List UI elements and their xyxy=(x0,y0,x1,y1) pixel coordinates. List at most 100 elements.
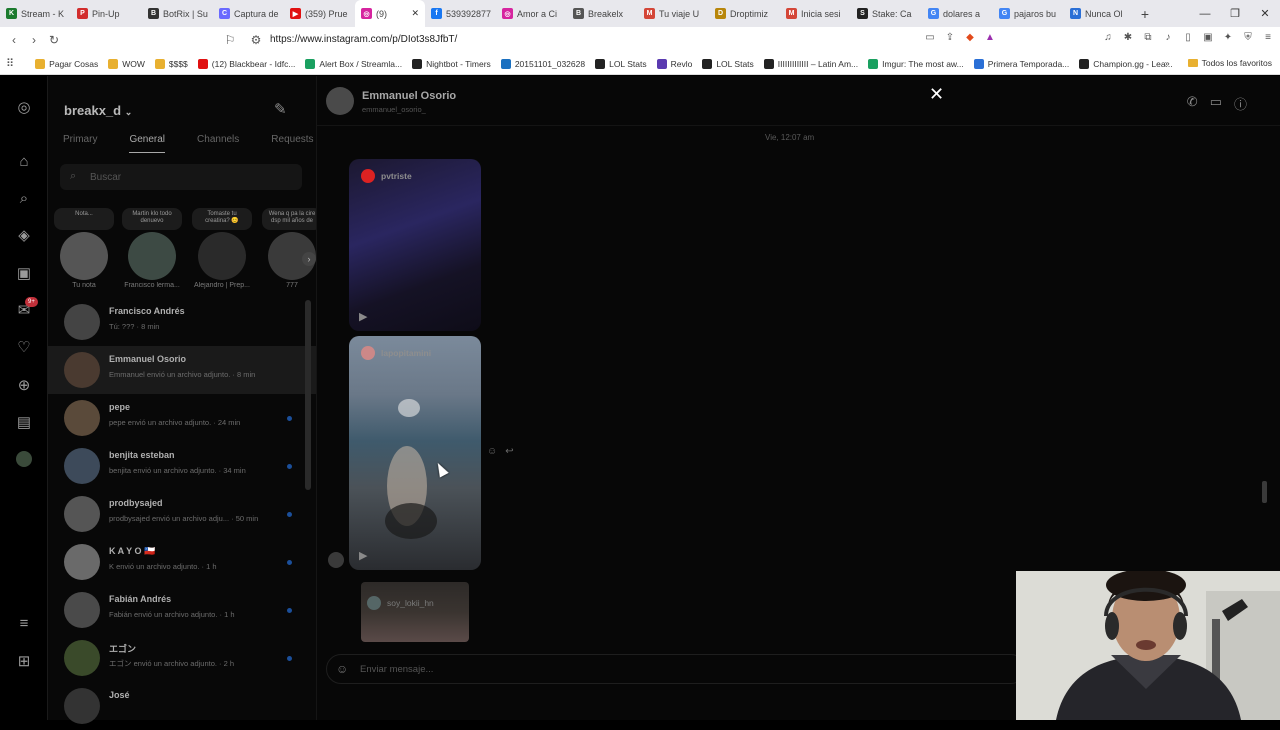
browser-tab[interactable]: f 539392877 xyxy=(425,0,496,27)
close-window-icon[interactable]: ✕ xyxy=(1250,7,1280,20)
next-arrow-icon[interactable]: › xyxy=(302,252,316,266)
restore-icon[interactable]: ❐ xyxy=(1220,7,1250,20)
browser-tab[interactable]: N Nunca Ol xyxy=(1064,0,1135,27)
browser-tab[interactable]: P Pin-Up xyxy=(71,0,142,27)
tab-general[interactable]: General xyxy=(129,134,166,153)
close-tab-icon[interactable]: ✕ xyxy=(411,8,419,19)
search-icon[interactable]: ⌕ xyxy=(14,189,34,209)
bookmark-item[interactable]: Primera Temporada... xyxy=(969,58,1075,69)
message-input[interactable]: ☺ Enviar mensaje... xyxy=(326,654,1026,684)
bookmark-item[interactable]: Champion.gg - Lea... xyxy=(1074,58,1177,69)
browser-tab[interactable]: K Stream - K xyxy=(0,0,71,27)
vpn-icon[interactable]: ⛨ xyxy=(1242,32,1254,44)
notifications-icon[interactable]: ♡ xyxy=(14,338,34,358)
bookmark-item[interactable]: Nightbot - Timers xyxy=(407,58,496,69)
minimize-icon[interactable]: — xyxy=(1190,8,1220,20)
close-icon[interactable]: ✕ xyxy=(929,85,944,103)
media-icon[interactable]: ♪ xyxy=(1162,32,1174,44)
note-item[interactable]: Tomaste tu creatina? 😊 Alejandro | Prep..… xyxy=(192,208,252,289)
puzzle-icon[interactable]: ⧉ xyxy=(1142,32,1154,44)
conversation-row[interactable]: pepe pepe envió un archivo adjunto. · 24 … xyxy=(48,394,316,442)
conversation-row[interactable]: エゴン エゴン envió un archivo adjunto. · 2 h xyxy=(48,634,316,682)
browser-tab[interactable]: D Droptimiz xyxy=(709,0,780,27)
instagram-logo-icon[interactable]: ◎ xyxy=(14,98,34,118)
browser-tab[interactable]: Gdolares a xyxy=(922,0,993,27)
tab-primary[interactable]: Primary xyxy=(63,134,97,153)
tab-channels[interactable]: Channels xyxy=(197,134,239,153)
bookmark-item[interactable]: Alert Box / Streamla... xyxy=(300,58,407,69)
home-icon[interactable]: ⌂ xyxy=(14,152,34,172)
browser-tab[interactable]: ◎ (9) ✕ xyxy=(355,0,425,27)
share-icon[interactable]: ⇪ xyxy=(944,32,956,44)
phone-icon[interactable]: ✆ xyxy=(1187,94,1198,113)
more-menu-icon[interactable]: ≡ xyxy=(14,614,34,634)
conversation-row[interactable]: Fabián Andrés Fabián envió un archivo adj… xyxy=(48,586,316,634)
messages-icon[interactable]: ✉ 9+ xyxy=(14,297,38,321)
cast-icon[interactable]: ▭ xyxy=(924,32,936,44)
bookmark-item[interactable]: LOL Stats xyxy=(697,58,758,69)
conversation-row[interactable]: K A Y O 🇨🇱 K envió un archivo adjunto. · … xyxy=(48,538,316,586)
leo-icon[interactable]: ✦ xyxy=(1222,32,1234,44)
bookmark-item[interactable]: LOL Stats xyxy=(590,58,651,69)
shared-reel-card[interactable]: pvtriste ▶ xyxy=(349,159,481,331)
browser-tab[interactable]: M Inicia sesi xyxy=(780,0,851,27)
conversation-row[interactable]: benjita esteban benjita envió un archivo … xyxy=(48,442,316,490)
note-item[interactable]: Nota... Tu nota xyxy=(54,208,114,289)
browser-tab[interactable]: S Stake: Ca xyxy=(851,0,922,27)
bookmark-item[interactable]: Pagar Cosas xyxy=(30,58,103,69)
emoji-icon[interactable]: ☺ xyxy=(336,662,348,676)
inbox-scrollbar[interactable] xyxy=(305,300,311,490)
back-icon[interactable]: ‹ xyxy=(4,33,24,47)
conversation-row[interactable]: Francisco Andrés Tú: ??? · 8 min xyxy=(48,298,316,346)
browser-tab[interactable]: C Captura de xyxy=(213,0,284,27)
bookmark-item[interactable]: $$$$ xyxy=(150,58,193,69)
browser-tab[interactable]: ◎ Amor a Ci xyxy=(496,0,567,27)
bookmark-item[interactable]: Revlo xyxy=(652,58,698,69)
apps-icon[interactable]: ⠿ xyxy=(6,57,14,70)
all-favorites[interactable]: Todos los favoritos xyxy=(1202,58,1272,68)
bookmark-item[interactable]: (12) Blackbear - Idfc... xyxy=(193,58,301,69)
tab-requests[interactable]: Requests xyxy=(271,134,313,153)
explore-icon[interactable]: ◈ xyxy=(14,226,34,246)
react-icon[interactable]: ☺ xyxy=(487,446,497,457)
brave-shield-icon[interactable]: ◆ xyxy=(964,32,976,44)
shared-reel-card[interactable]: lapopitamini ▶ xyxy=(349,336,481,570)
bookmark-page-icon[interactable]: ⚐ xyxy=(220,33,240,47)
profile-avatar[interactable] xyxy=(14,451,34,471)
conversation-row[interactable]: prodbysajed prodbysajed envió un archivo … xyxy=(48,490,316,538)
bookmark-item[interactable]: Imgur: The most aw... xyxy=(863,58,969,69)
browser-tab[interactable]: M Tu viaje U xyxy=(638,0,709,27)
browser-tab[interactable]: Gpajaros bu xyxy=(993,0,1064,27)
reply-icon[interactable]: ↩ xyxy=(505,446,513,457)
bookmark-item[interactable]: WOW xyxy=(103,58,150,69)
also-from-meta-icon[interactable]: ⊞ xyxy=(14,652,34,672)
wallet-icon[interactable]: ▣ xyxy=(1202,32,1214,44)
info-icon[interactable]: ⓘ xyxy=(1234,94,1247,113)
reels-icon[interactable]: ▣ xyxy=(14,264,34,284)
browser-tab[interactable]: B BotRix | Su xyxy=(142,0,213,27)
new-tab-icon[interactable]: + xyxy=(1135,6,1155,22)
bookmarks-more[interactable]: » xyxy=(1165,58,1170,68)
audio-icon[interactable]: ♫ xyxy=(1102,32,1114,44)
create-icon[interactable]: ⊕ xyxy=(14,376,34,396)
note-item[interactable]: Wena q pa la cire dsp mil años de 777 xyxy=(262,208,322,289)
account-switcher[interactable]: breakx_d ⌄ xyxy=(64,103,132,118)
rewards-icon[interactable]: ▲ xyxy=(984,32,996,44)
video-call-icon[interactable]: ▭ xyxy=(1210,94,1222,113)
forward-icon[interactable]: › xyxy=(24,33,44,47)
site-settings-icon[interactable]: ⚙ xyxy=(246,33,266,47)
extensions-icon[interactable]: ✱ xyxy=(1122,32,1134,44)
shared-reel-card[interactable]: soy_lokii_hn xyxy=(361,582,469,642)
reload-icon[interactable]: ↻ xyxy=(44,33,64,47)
contact-name[interactable]: Emmanuel Osorio xyxy=(362,90,456,102)
bookmark-item[interactable]: IIIIIIIIIIIII – Latin Am... xyxy=(759,58,863,69)
search-input[interactable]: ⌕ Buscar xyxy=(60,164,302,190)
chat-scrollbar[interactable] xyxy=(1262,481,1267,503)
browser-tab[interactable]: ▶ (359) Prue xyxy=(284,0,355,27)
note-item[interactable]: Martin klo todo denuevo Francisco lerma..… xyxy=(122,208,182,289)
menu-icon[interactable]: ≡ xyxy=(1262,32,1274,44)
conversation-row[interactable]: Emmanuel Osorio Emmanuel envió un archivo… xyxy=(48,346,316,394)
contact-avatar[interactable] xyxy=(326,87,354,115)
browser-tab[interactable]: B Breakelx xyxy=(567,0,638,27)
bookmark-item[interactable]: 20151101_032628 xyxy=(496,58,590,69)
